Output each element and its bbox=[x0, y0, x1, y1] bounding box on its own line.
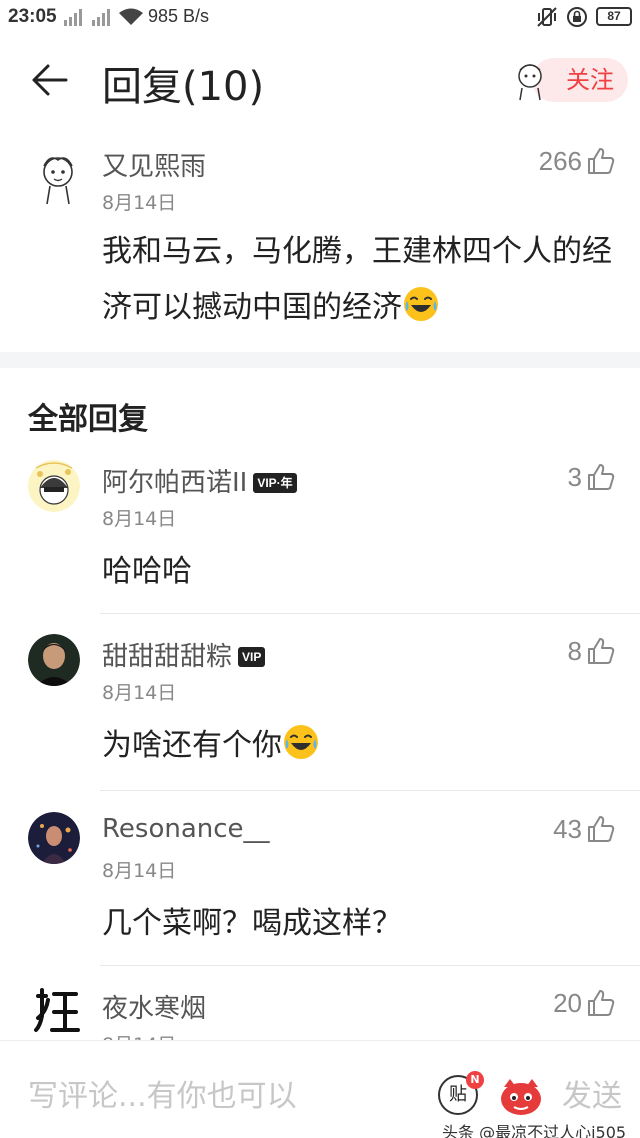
divider bbox=[100, 790, 640, 791]
all-replies-heading: 全部回复 bbox=[28, 402, 148, 437]
like-button[interactable]: 20 bbox=[553, 986, 616, 1020]
vibrate-icon bbox=[537, 7, 557, 27]
new-badge: N bbox=[466, 1071, 484, 1089]
username[interactable]: Resonance__ bbox=[102, 814, 270, 844]
like-count: 266 bbox=[538, 145, 582, 176]
like-count: 43 bbox=[553, 813, 582, 844]
comment-date: 8月14日 bbox=[102, 192, 177, 214]
laughing-tears-emoji bbox=[284, 725, 318, 759]
reply-item: 阿尔帕西诺II VIP·年 8月14日 3 哈哈哈 bbox=[0, 452, 640, 612]
comment-text: 我和马云，马化腾，王建林四个人的经济可以撼动中国的经济 bbox=[102, 224, 612, 336]
reply-item: Resonance__ 8月14日 43 几个菜啊？喝成这样？ bbox=[0, 804, 640, 964]
divider bbox=[100, 965, 640, 966]
section-divider bbox=[0, 352, 640, 368]
network-speed: 985 B/s bbox=[148, 6, 210, 26]
comment-input[interactable]: 写评论...有你也可以 bbox=[28, 1071, 297, 1115]
vip-badge: VIP bbox=[238, 647, 266, 667]
original-comment: 又见熙雨 8月14日 266 我和马云，马化腾，王建林四个人的经济可以撼动中国的… bbox=[0, 140, 640, 352]
lock-rotation-icon bbox=[567, 7, 587, 27]
comment-bar: 写评论...有你也可以 贴 N 发送 头条 @最凉不过人心i505 bbox=[0, 1040, 640, 1138]
like-count: 20 bbox=[553, 987, 582, 1018]
watermark: 头条 @最凉不过人心i505 bbox=[442, 1123, 627, 1138]
comment-text: 几个菜啊？喝成这样？ bbox=[102, 906, 402, 941]
send-button[interactable]: 发送 bbox=[562, 1071, 622, 1115]
comment-text: 哈哈哈 bbox=[102, 554, 192, 589]
thumbs-up-icon bbox=[588, 638, 615, 664]
user-avatar[interactable] bbox=[28, 460, 80, 512]
comment-body: 为啥还有个你 bbox=[102, 728, 282, 763]
vip-badge: VIP·年 bbox=[253, 473, 297, 493]
like-button[interactable]: 3 bbox=[568, 460, 616, 494]
like-button[interactable]: 8 bbox=[568, 634, 616, 668]
like-button[interactable]: 266 bbox=[539, 144, 616, 178]
battery-indicator: 87 bbox=[596, 7, 632, 26]
comment-text: 为啥还有个你 bbox=[102, 720, 320, 764]
status-time: 23:05 bbox=[8, 6, 57, 27]
username[interactable]: 夜水寒烟 bbox=[102, 988, 206, 1025]
user-avatar[interactable] bbox=[32, 986, 82, 1036]
comment-body: 我和马云，马化腾，王建林四个人的经济可以撼动中国的经济 bbox=[102, 234, 612, 325]
username-row: 阿尔帕西诺II VIP·年 bbox=[102, 462, 297, 499]
status-bar: 23:05 985 B/s 87 bbox=[0, 0, 640, 34]
user-avatar[interactable] bbox=[28, 812, 80, 864]
mascot-icon[interactable] bbox=[498, 1077, 544, 1117]
comment-date: 8月14日 bbox=[102, 682, 177, 704]
thumbs-up-icon bbox=[588, 464, 615, 490]
like-count: 8 bbox=[567, 635, 582, 666]
like-count: 3 bbox=[567, 461, 582, 492]
like-button[interactable]: 43 bbox=[553, 812, 616, 846]
signal-icon bbox=[64, 9, 82, 26]
author-avatar-small[interactable] bbox=[510, 58, 550, 102]
signal-icon-secondary bbox=[92, 9, 110, 26]
divider bbox=[100, 613, 640, 614]
thumbs-up-icon bbox=[588, 816, 615, 842]
back-arrow-icon[interactable] bbox=[28, 58, 72, 102]
thumbs-up-icon bbox=[588, 990, 615, 1016]
username[interactable]: 又见熙雨 bbox=[102, 146, 206, 183]
comment-date: 8月14日 bbox=[102, 1030, 176, 1040]
user-avatar[interactable] bbox=[28, 634, 80, 686]
username-row: 甜甜甜甜粽 VIP bbox=[102, 636, 266, 673]
username[interactable]: 阿尔帕西诺II bbox=[102, 468, 247, 498]
wifi-icon bbox=[119, 8, 143, 25]
comment-date: 8月14日 bbox=[102, 860, 177, 882]
username[interactable]: 甜甜甜甜粽 bbox=[102, 642, 232, 672]
page-header: 回复(10) 关注 bbox=[0, 40, 640, 124]
thumbs-up-icon bbox=[588, 148, 615, 174]
laughing-tears-emoji bbox=[404, 287, 438, 321]
follow-area: 关注 bbox=[510, 56, 628, 104]
reply-item: 夜水寒烟 8月14日 20 bbox=[0, 978, 640, 1040]
reply-item: 甜甜甜甜粽 VIP 8月14日 8 为啥还有个你 bbox=[0, 626, 640, 788]
user-avatar[interactable] bbox=[30, 150, 86, 206]
comment-date: 8月14日 bbox=[102, 508, 177, 530]
page-title: 回复(10) bbox=[102, 64, 265, 110]
